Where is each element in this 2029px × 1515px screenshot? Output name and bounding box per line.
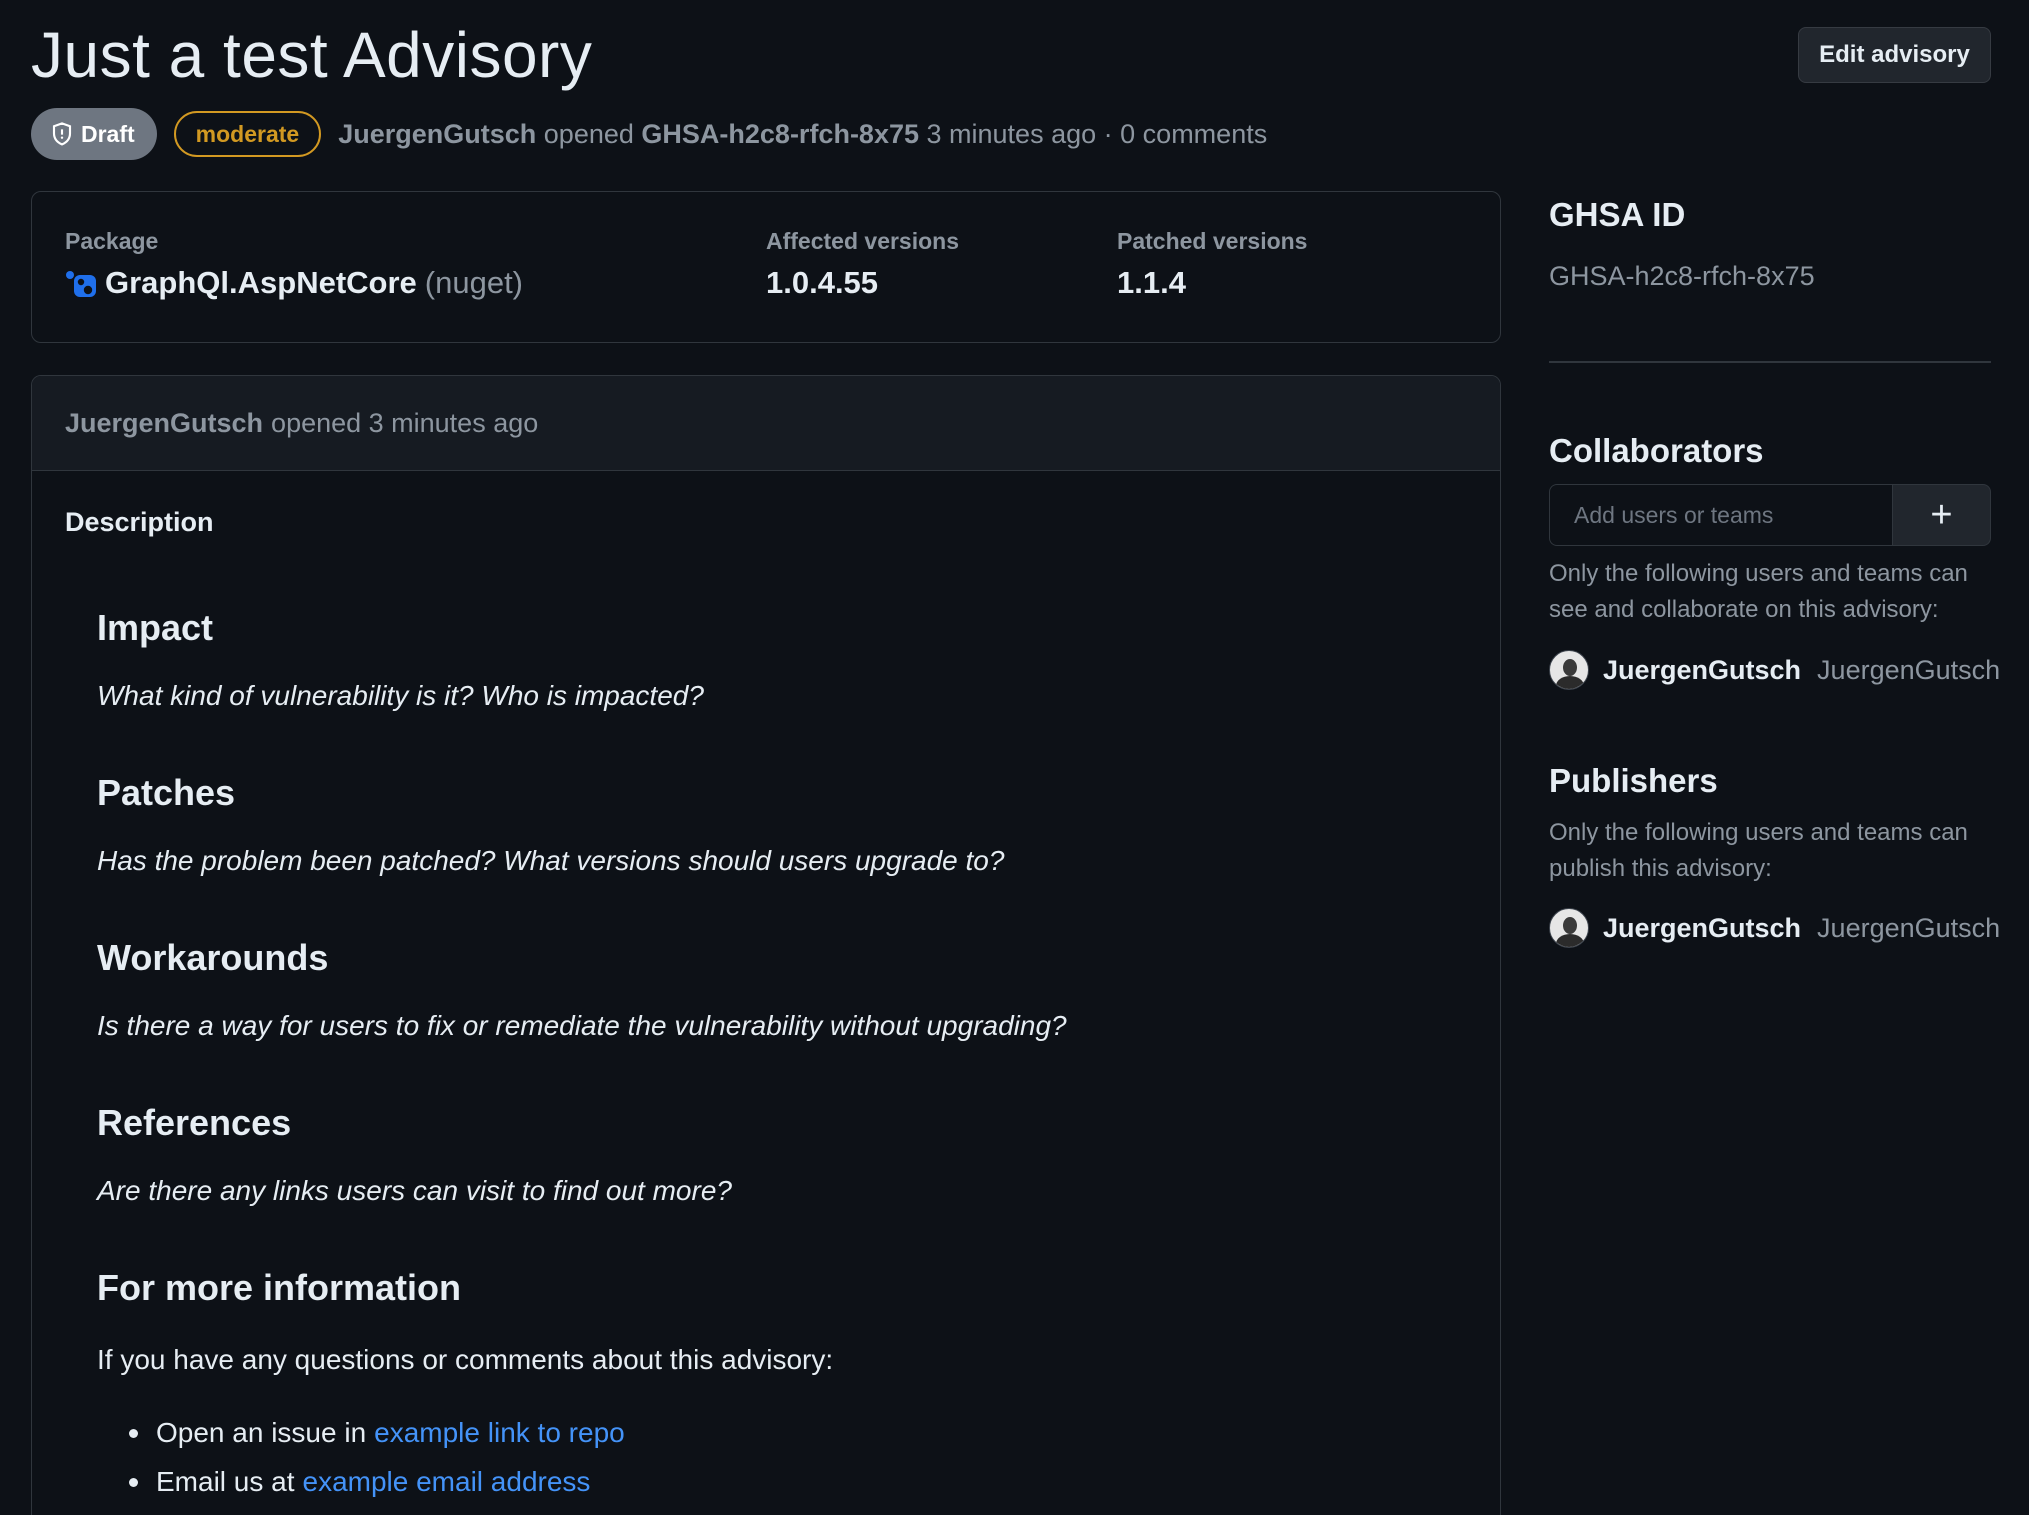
package-column: Package GraphQl.AspNetCore (nuget)	[65, 228, 523, 301]
advisory-id: GHSA-h2c8-rfch-8x75	[641, 118, 919, 149]
section-workarounds: Workarounds Is there a way for users to …	[97, 937, 1067, 1041]
collaborator-row[interactable]: JuergenGutsch JuergenGutsch	[1549, 650, 2000, 690]
repo-link[interactable]: example link to repo	[374, 1417, 625, 1449]
publisher-row[interactable]: JuergenGutsch JuergenGutsch	[1549, 908, 2000, 948]
section-heading: References	[97, 1102, 292, 1143]
collaborators-heading: Collaborators	[1549, 432, 1764, 469]
ghsa-heading: GHSA ID	[1549, 196, 1686, 233]
advisory-page: Just a test Advisory Edit advisory Draft…	[0, 0, 2029, 1515]
section-heading: For more information	[97, 1267, 462, 1308]
status-badge: Draft	[31, 108, 157, 160]
package-summary: Package GraphQl.AspNetCore (nuget) Affec…	[31, 191, 1501, 343]
severity-badge: moderate	[173, 111, 322, 157]
more-info-text: If you have any questions or comments ab…	[97, 1344, 834, 1375]
section-text: Are there any links users can visit to f…	[97, 1175, 732, 1206]
section-text: Is there a way for users to fix or remed…	[97, 1010, 1067, 1041]
bullet-dot	[129, 1428, 138, 1438]
package-ecosystem: (nuget)	[424, 265, 524, 300]
publisher-name[interactable]: JuergenGutsch	[1603, 913, 1801, 944]
nuget-icon	[66, 271, 96, 297]
list-item: Email us at example email address	[129, 1466, 590, 1498]
description-label: Description	[65, 507, 214, 537]
patched-value: 1.1.4	[1117, 265, 1186, 300]
section-references: References Are there any links users can…	[97, 1102, 732, 1206]
collaborator-login: JuergenGutsch	[1817, 654, 2001, 685]
collaborators-input[interactable]	[1549, 484, 1893, 546]
collaborator-name[interactable]: JuergenGutsch	[1603, 655, 1801, 686]
affected-column: Affected versions 1.0.4.55	[766, 228, 959, 301]
affected-label: Affected versions	[766, 228, 960, 254]
description-box: JuergenGutsch opened 3 minutes ago Descr…	[31, 375, 1501, 1515]
section-text: What kind of vulnerability is it? Who is…	[97, 680, 704, 711]
publishers-heading: Publishers	[1549, 762, 1718, 799]
advisory-meta-text: JuergenGutsch opened GHSA-h2c8-rfch-8x75…	[338, 119, 1267, 150]
avatar	[1549, 650, 1589, 690]
page-title: Just a test Advisory	[31, 19, 593, 91]
opened-word: opened	[543, 118, 634, 149]
bullet-prefix: Open an issue in	[156, 1417, 367, 1448]
section-heading: Impact	[97, 607, 214, 648]
patched-label: Patched versions	[1117, 228, 1308, 254]
description-header: JuergenGutsch opened 3 minutes ago	[32, 376, 1500, 471]
add-collaborator-button[interactable]: +	[1892, 484, 1991, 546]
package-label: Package	[65, 228, 159, 254]
section-heading: Patches	[97, 772, 236, 813]
comments-count: 0 comments	[1120, 118, 1268, 149]
advisory-meta: Draft moderate JuergenGutsch opened GHSA…	[31, 108, 1267, 160]
section-more-info: For more information	[97, 1267, 461, 1309]
publishers-note: Only the following users and teams can p…	[1549, 819, 1968, 882]
avatar	[1549, 908, 1589, 948]
author-link[interactable]: JuergenGutsch	[338, 119, 536, 149]
publisher-login: JuergenGutsch	[1817, 912, 2001, 943]
email-link[interactable]: example email address	[303, 1466, 591, 1498]
section-impact: Impact What kind of vulnerability is it?…	[97, 607, 704, 711]
time-ago: 3 minutes ago	[926, 118, 1097, 149]
description-author[interactable]: JuergenGutsch	[65, 408, 263, 439]
package-value: GraphQl.AspNetCore (nuget)	[65, 265, 523, 301]
package-name[interactable]: GraphQl.AspNetCore	[105, 265, 417, 301]
patched-column: Patched versions 1.1.4	[1117, 228, 1307, 301]
bullet-prefix: Email us at	[156, 1466, 295, 1497]
section-patches: Patches Has the problem been patched? Wh…	[97, 772, 1004, 876]
plus-icon: +	[1930, 493, 1953, 536]
ghsa-value: GHSA-h2c8-rfch-8x75	[1549, 261, 1815, 291]
list-item: Open an issue in example link to repo	[129, 1417, 625, 1449]
section-text: Has the problem been patched? What versi…	[97, 845, 1005, 876]
bullet-dot	[129, 1477, 138, 1487]
affected-value: 1.0.4.55	[766, 265, 879, 300]
section-heading: Workarounds	[97, 937, 329, 978]
sidebar-divider	[1549, 361, 1991, 363]
description-action: opened 3 minutes ago	[271, 407, 539, 438]
status-badge-label: Draft	[81, 120, 135, 147]
meta-separator: ·	[1103, 118, 1113, 149]
collaborators-note: Only the following users and teams can s…	[1549, 560, 1968, 623]
shield-icon	[52, 122, 72, 146]
edit-advisory-button[interactable]: Edit advisory	[1798, 27, 1991, 83]
